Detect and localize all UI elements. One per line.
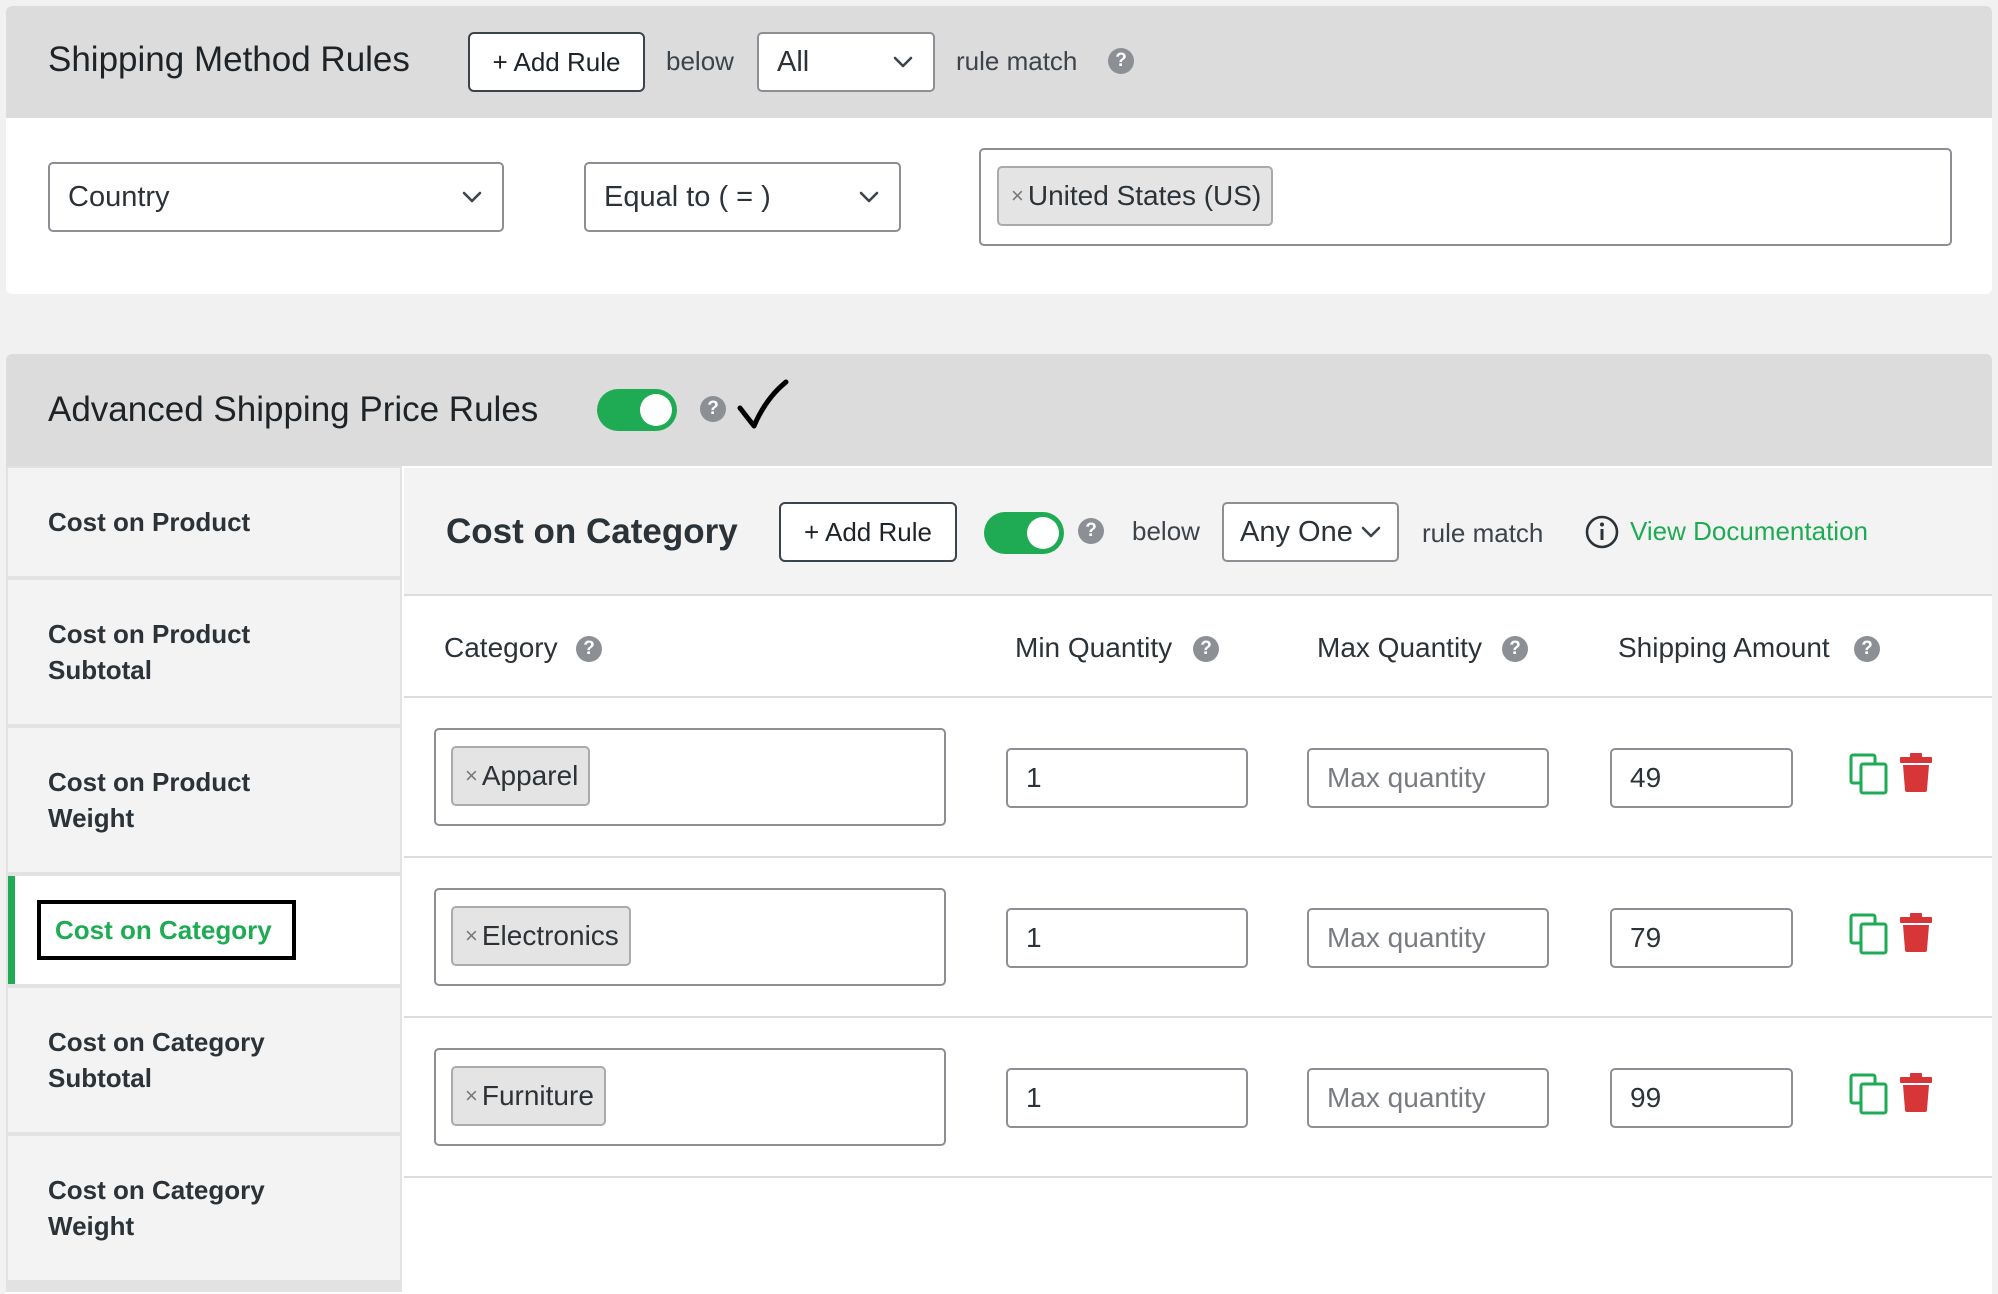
column-header-max-quantity: Max Quantity (1317, 632, 1482, 663)
sidebar-item-cost-on-category[interactable]: Cost on Category (8, 876, 400, 984)
advanced-shipping-title: Advanced Shipping Price Rules (48, 390, 539, 429)
panel-below-label: below (1132, 516, 1200, 546)
trash-icon[interactable] (1898, 1072, 1934, 1112)
divider (404, 1176, 1992, 1178)
rule-match-select[interactable]: All (757, 32, 935, 92)
rule-match-select-value: All (777, 45, 810, 78)
category-tag[interactable]: × Furniture (451, 1066, 606, 1126)
category-tag[interactable]: × Apparel (451, 746, 591, 806)
help-icon[interactable]: ? (700, 396, 726, 422)
condition-value-tag[interactable]: × United States (US) (997, 166, 1274, 226)
sidebar-item-label: Cost on Product Weight (48, 767, 251, 833)
rule-match-label: rule match (956, 46, 1078, 76)
trash-icon[interactable] (1898, 752, 1934, 792)
max-quantity-input[interactable]: Max quantity (1307, 1068, 1549, 1128)
condition-field-select[interactable]: Country (48, 162, 504, 232)
panel-match-select-value: Any One (1240, 515, 1353, 548)
condition-operator-value: Equal to ( = ) (604, 180, 771, 213)
sidebar-item-cost-on-product[interactable]: Cost on Product (8, 468, 400, 576)
info-icon (1585, 515, 1619, 549)
shipping-amount-input[interactable]: 99 (1610, 1068, 1793, 1128)
table-row: × Furniture 1 Max quantity 99 (404, 1018, 1992, 1176)
min-quantity-input[interactable]: 1 (1006, 1068, 1248, 1128)
help-icon[interactable]: ? (1108, 48, 1134, 74)
remove-tag-icon[interactable]: × (465, 923, 478, 949)
condition-field-value: Country (68, 180, 170, 213)
trash-icon[interactable] (1898, 912, 1934, 952)
max-quantity-input[interactable]: Max quantity (1307, 748, 1549, 808)
panel-rule-match-label: rule match (1422, 518, 1544, 548)
help-icon[interactable]: ? (1502, 636, 1528, 662)
category-tag-label: Apparel (481, 760, 579, 791)
category-tag-label: Furniture (481, 1080, 594, 1111)
condition-value-tag-label: United States (US) (1027, 180, 1262, 211)
chevron-down-icon (462, 191, 482, 203)
column-header-min-quantity: Min Quantity (1015, 632, 1173, 663)
help-icon[interactable]: ? (1193, 636, 1219, 662)
remove-tag-icon[interactable]: × (465, 763, 478, 789)
help-icon[interactable]: ? (1078, 518, 1104, 544)
panel-enable-toggle[interactable] (984, 512, 1064, 554)
remove-tag-icon[interactable]: × (1011, 183, 1024, 209)
max-quantity-input[interactable]: Max quantity (1307, 908, 1549, 968)
chevron-down-icon (1361, 526, 1381, 538)
chevron-down-icon (859, 191, 879, 203)
table-row: × Electronics 1 Max quantity 79 (404, 858, 1992, 1016)
chevron-down-icon (893, 56, 913, 68)
shipping-amount-input[interactable]: 49 (1610, 748, 1793, 808)
category-tag-label: Electronics (481, 920, 619, 951)
sidebar-item-cost-on-product-weight[interactable]: Cost on Product Weight (8, 728, 400, 872)
copy-icon[interactable] (1848, 912, 1892, 956)
sidebar-item-label: Cost on Category Subtotal (48, 1027, 265, 1093)
advanced-shipping-toggle[interactable] (597, 389, 677, 431)
below-label: below (666, 46, 734, 76)
panel-add-rule-button[interactable]: + Add Rule (779, 502, 957, 562)
panel-title: Cost on Category (446, 512, 738, 551)
help-icon[interactable]: ? (1854, 636, 1880, 662)
view-documentation-link[interactable]: View Documentation (1630, 516, 1868, 547)
min-quantity-input[interactable]: 1 (1006, 908, 1248, 968)
table-row: × Apparel 1 Max quantity 49 (404, 698, 1992, 858)
sidebar-item-label: Cost on Category Weight (48, 1175, 265, 1241)
shipping-amount-input[interactable]: 79 (1610, 908, 1793, 968)
sidebar-item-cost-on-product-subtotal[interactable]: Cost on Product Subtotal (8, 580, 400, 724)
copy-icon[interactable] (1848, 752, 1892, 796)
sidebar-item-cost-on-category-weight[interactable]: Cost on Category Weight (8, 1136, 400, 1280)
panel-match-select[interactable]: Any One (1222, 502, 1399, 562)
min-quantity-input[interactable]: 1 (1006, 748, 1248, 808)
add-rule-button[interactable]: + Add Rule (468, 32, 645, 92)
shipping-method-rules-title: Shipping Method Rules (48, 40, 410, 79)
sidebar-item-label: Cost on Product Subtotal (48, 619, 251, 685)
sidebar-item-label: Cost on Product (48, 507, 251, 537)
copy-icon[interactable] (1848, 1072, 1892, 1116)
column-header-category: Category (444, 632, 558, 663)
category-tag[interactable]: × Electronics (451, 906, 631, 966)
remove-tag-icon[interactable]: × (465, 1083, 478, 1109)
column-header-shipping-amount: Shipping Amount (1618, 632, 1830, 663)
sidebar-item-label-active: Cost on Category (37, 900, 296, 960)
condition-operator-select[interactable]: Equal to ( = ) (584, 162, 901, 232)
checkmark-icon (737, 379, 789, 429)
sidebar-item-cost-on-category-subtotal[interactable]: Cost on Category Subtotal (8, 988, 400, 1132)
help-icon[interactable]: ? (576, 636, 602, 662)
